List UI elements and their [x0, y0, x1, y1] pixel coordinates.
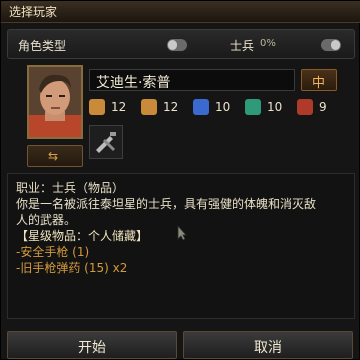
character-name: 艾迪生·索普 — [96, 75, 171, 91]
change-portrait-button[interactable]: ⇆ — [27, 145, 83, 167]
mouse-cursor-icon — [177, 225, 187, 241]
portrait-image — [29, 67, 81, 137]
stat-value: 12 — [163, 100, 179, 114]
description-line: 职业：士兵（物品） — [16, 181, 125, 195]
stat-strength: 12 — [89, 97, 147, 119]
strength-icon — [89, 99, 105, 115]
window-title: 选择玩家 — [1, 1, 360, 23]
stats-row: 12 12 10 10 9 — [89, 97, 339, 119]
item-line: -旧手枪弹药 (15) x2 — [16, 261, 128, 275]
stat-value: 10 — [267, 100, 283, 114]
class-toggle[interactable] — [320, 38, 342, 52]
agility-icon — [141, 99, 157, 115]
start-button-label: 开始 — [78, 340, 106, 356]
cancel-button-label: 取消 — [254, 340, 282, 356]
cancel-button[interactable]: 取消 — [183, 331, 353, 359]
character-name-field[interactable]: 艾迪生·索普 — [89, 69, 295, 91]
character-type-toggle[interactable] — [166, 38, 188, 52]
stat-intelligence: 10 — [193, 97, 251, 119]
stat-value: 9 — [319, 100, 327, 114]
character-portrait — [27, 65, 83, 139]
gender-button[interactable]: 中 — [301, 69, 337, 91]
weapon-icon — [96, 132, 116, 153]
stat-endurance: 9 — [297, 97, 355, 119]
class-name: 士兵 — [230, 39, 255, 53]
stat-value: 12 — [111, 100, 127, 114]
class-percent: 0% — [260, 38, 276, 49]
stat-perception: 10 — [245, 97, 303, 119]
weapon-slot[interactable] — [89, 125, 123, 159]
item-line: -安全手枪 (1) — [16, 245, 90, 259]
start-button[interactable]: 开始 — [7, 331, 177, 359]
gender-label: 中 — [312, 76, 326, 91]
select-player-window: 选择玩家 角色类型 士兵 0% ⇆ 艾迪生·索普 中 12 12 10 10 9… — [0, 0, 360, 360]
stat-value: 10 — [215, 100, 231, 114]
description-line: 你是一名被派往泰坦星的士兵，具有强健的体魄和消灭敌 — [16, 197, 317, 211]
endurance-icon — [297, 99, 313, 115]
stat-agility: 12 — [141, 97, 199, 119]
character-type-label: 角色类型 — [18, 39, 67, 53]
intelligence-icon — [193, 99, 209, 115]
swap-icon: ⇆ — [48, 149, 59, 163]
perception-icon — [245, 99, 261, 115]
character-type-bar: 角色类型 士兵 0% — [7, 29, 355, 59]
description-panel: 职业：士兵（物品） 你是一名被派往泰坦星的士兵，具有强健的体魄和消灭敌 人的武器… — [7, 173, 355, 319]
